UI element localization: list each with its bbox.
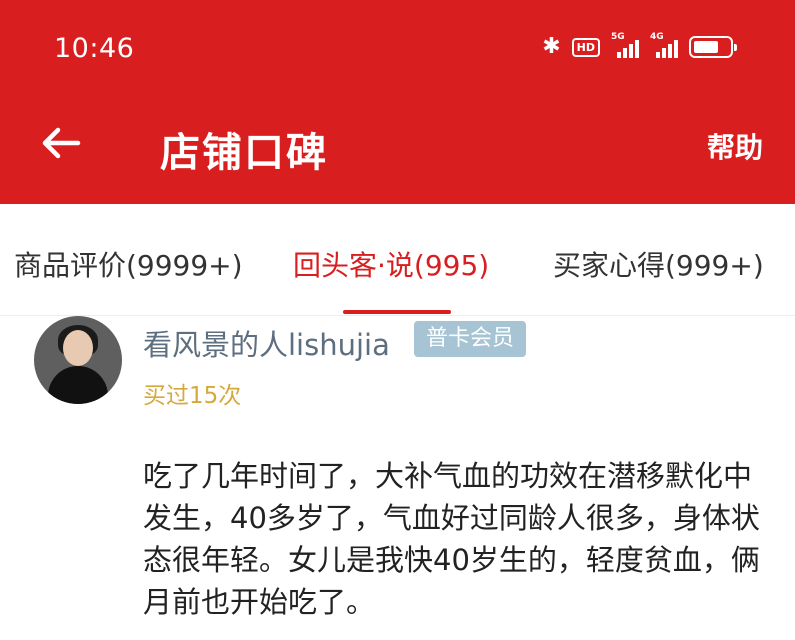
signal-4g-icon: 4G (650, 32, 678, 58)
purchase-count: 买过15次 (143, 383, 242, 409)
tab-product-reviews[interactable]: 商品评价(9999+) (14, 244, 243, 284)
app-header: 10:46 ✱ HD 5G 4G 店铺口碑 帮助 (0, 0, 795, 204)
bluetooth-icon: ✱ (542, 34, 561, 59)
back-arrow-icon[interactable] (38, 120, 84, 166)
member-badge: 普卡会员 (414, 321, 527, 357)
active-tab-indicator (343, 310, 451, 314)
review-text: 吃了几年时间了，大补气血的功效在潜移默化中发生，40多岁了，气血好过同龄人很多，… (143, 459, 760, 619)
tab-returning-customers[interactable]: 回头客·说(995) (293, 244, 489, 284)
status-icons: ✱ HD 5G 4G (542, 32, 737, 62)
signal-5g-icon: 5G (611, 32, 639, 58)
status-time: 10:46 (54, 33, 135, 64)
reviewer-name[interactable]: 看风景的人lishujia (143, 322, 390, 364)
page-title: 店铺口碑 (160, 130, 328, 176)
tab-buyer-insights[interactable]: 买家心得(999+) (553, 244, 764, 284)
user-avatar[interactable] (34, 316, 122, 404)
review-tabs: 商品评价(9999+) 回头客·说(995) 买家心得(999+) (0, 204, 795, 316)
battery-icon (689, 36, 737, 58)
hd-badge: HD (571, 37, 600, 57)
help-button[interactable]: 帮助 (707, 126, 763, 166)
